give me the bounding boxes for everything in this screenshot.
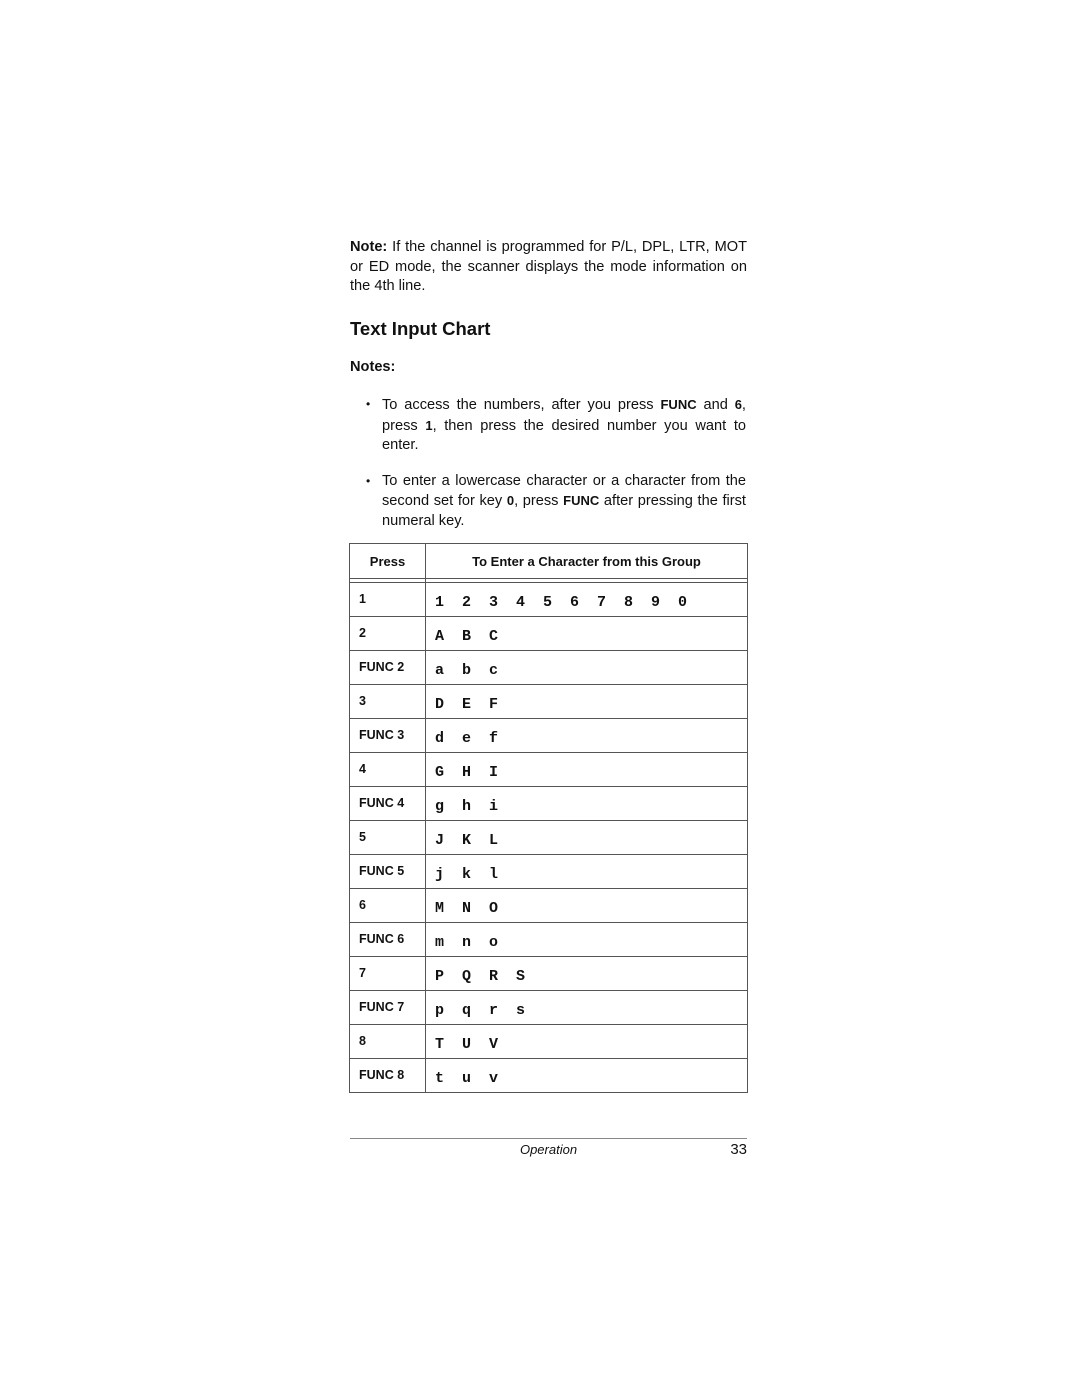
character-group-cell: M N O <box>425 888 748 923</box>
note-label: Note: <box>350 239 388 255</box>
table-row: 8T U V <box>349 1024 748 1059</box>
table-row: FUNC 4g h i <box>349 786 748 821</box>
press-key-cell: 7 <box>349 956 426 991</box>
table-row: FUNC 7p q r s <box>349 990 748 1025</box>
table-row: FUNC 8t u v <box>349 1058 748 1093</box>
table-row: FUNC 5j k l <box>349 854 748 889</box>
table-row: 4G H I <box>349 752 748 787</box>
footer-section-name: Operation <box>519 1142 578 1157</box>
press-key-cell: FUNC 5 <box>349 854 426 889</box>
character-group-cell: J K L <box>425 820 748 855</box>
table-row: FUNC 2a b c <box>349 650 748 685</box>
note-item-text: To enter a lowercase character or a char… <box>382 472 746 532</box>
mode-note: Note: If the channel is programmed for P… <box>350 238 747 297</box>
character-group-cell: G H I <box>425 752 748 787</box>
notes-label: Notes: <box>350 359 396 375</box>
press-key-cell: 4 <box>349 752 426 787</box>
table-row: 7P Q R S <box>349 956 748 991</box>
footer-divider <box>350 1138 747 1139</box>
press-key-cell: 3 <box>349 684 426 719</box>
press-key-cell: FUNC 3 <box>349 718 426 753</box>
character-group-cell: j k l <box>425 854 748 889</box>
character-group-cell: d e f <box>425 718 748 753</box>
note-item-text: To access the numbers, after you press F… <box>382 395 746 456</box>
note-item: • To enter a lowercase character or a ch… <box>366 472 746 532</box>
press-key-cell: 5 <box>349 820 426 855</box>
character-group-cell: A B C <box>425 616 748 651</box>
text-run: and <box>696 397 735 413</box>
table-row: 11 2 3 4 5 6 7 8 9 0 <box>349 582 748 617</box>
key-6: 6 <box>734 397 742 412</box>
bullet-icon: • <box>366 397 371 411</box>
table-row: FUNC 3d e f <box>349 718 748 753</box>
key-0: 0 <box>506 493 515 508</box>
press-key-cell: FUNC 6 <box>349 922 426 957</box>
character-group-cell: P Q R S <box>425 956 748 991</box>
character-group-cell: T U V <box>425 1024 748 1059</box>
press-key-cell: FUNC 8 <box>349 1058 426 1093</box>
character-group-cell: t u v <box>425 1058 748 1093</box>
text-run: , press <box>514 493 564 509</box>
text-run: To access the numbers, after you press <box>382 397 661 413</box>
key-func: FUNC <box>660 397 697 412</box>
character-group-cell: p q r s <box>425 990 748 1025</box>
press-key-cell: FUNC 4 <box>349 786 426 821</box>
table-row: FUNC 6m n o <box>349 922 748 957</box>
character-group-cell: a b c <box>425 650 748 685</box>
character-group-cell: g h i <box>425 786 748 821</box>
text-input-chart-table: Press To Enter a Character from this Gro… <box>349 543 748 1093</box>
table-row: 6M N O <box>349 888 748 923</box>
note-item: • To access the numbers, after you press… <box>366 395 746 456</box>
note-text: If the channel is programmed for P/L, DP… <box>350 239 747 294</box>
table-row: 2A B C <box>349 616 748 651</box>
section-title: Text Input Chart <box>350 318 491 339</box>
character-group-cell: m n o <box>425 922 748 957</box>
header-press: Press <box>349 543 426 579</box>
character-group-cell: 1 2 3 4 5 6 7 8 9 0 <box>425 582 748 617</box>
page-number: 33 <box>730 1141 747 1158</box>
table-header-row: Press To Enter a Character from this Gro… <box>349 543 748 579</box>
bullet-icon: • <box>366 473 371 488</box>
press-key-cell: 1 <box>349 582 426 617</box>
key-func: FUNC <box>563 493 600 508</box>
press-key-cell: 8 <box>349 1024 426 1059</box>
text-run: , then press the desired number you want… <box>382 417 746 454</box>
press-key-cell: 6 <box>349 888 426 923</box>
press-key-cell: FUNC 2 <box>349 650 426 685</box>
header-character-group: To Enter a Character from this Group <box>425 543 748 579</box>
press-key-cell: FUNC 7 <box>349 990 426 1025</box>
press-key-cell: 2 <box>349 616 426 651</box>
table-row: 5J K L <box>349 820 748 855</box>
notes-list: • To access the numbers, after you press… <box>366 395 746 547</box>
character-group-cell: D E F <box>425 684 748 719</box>
table-row: 3D E F <box>349 684 748 719</box>
key-1: 1 <box>425 417 433 433</box>
